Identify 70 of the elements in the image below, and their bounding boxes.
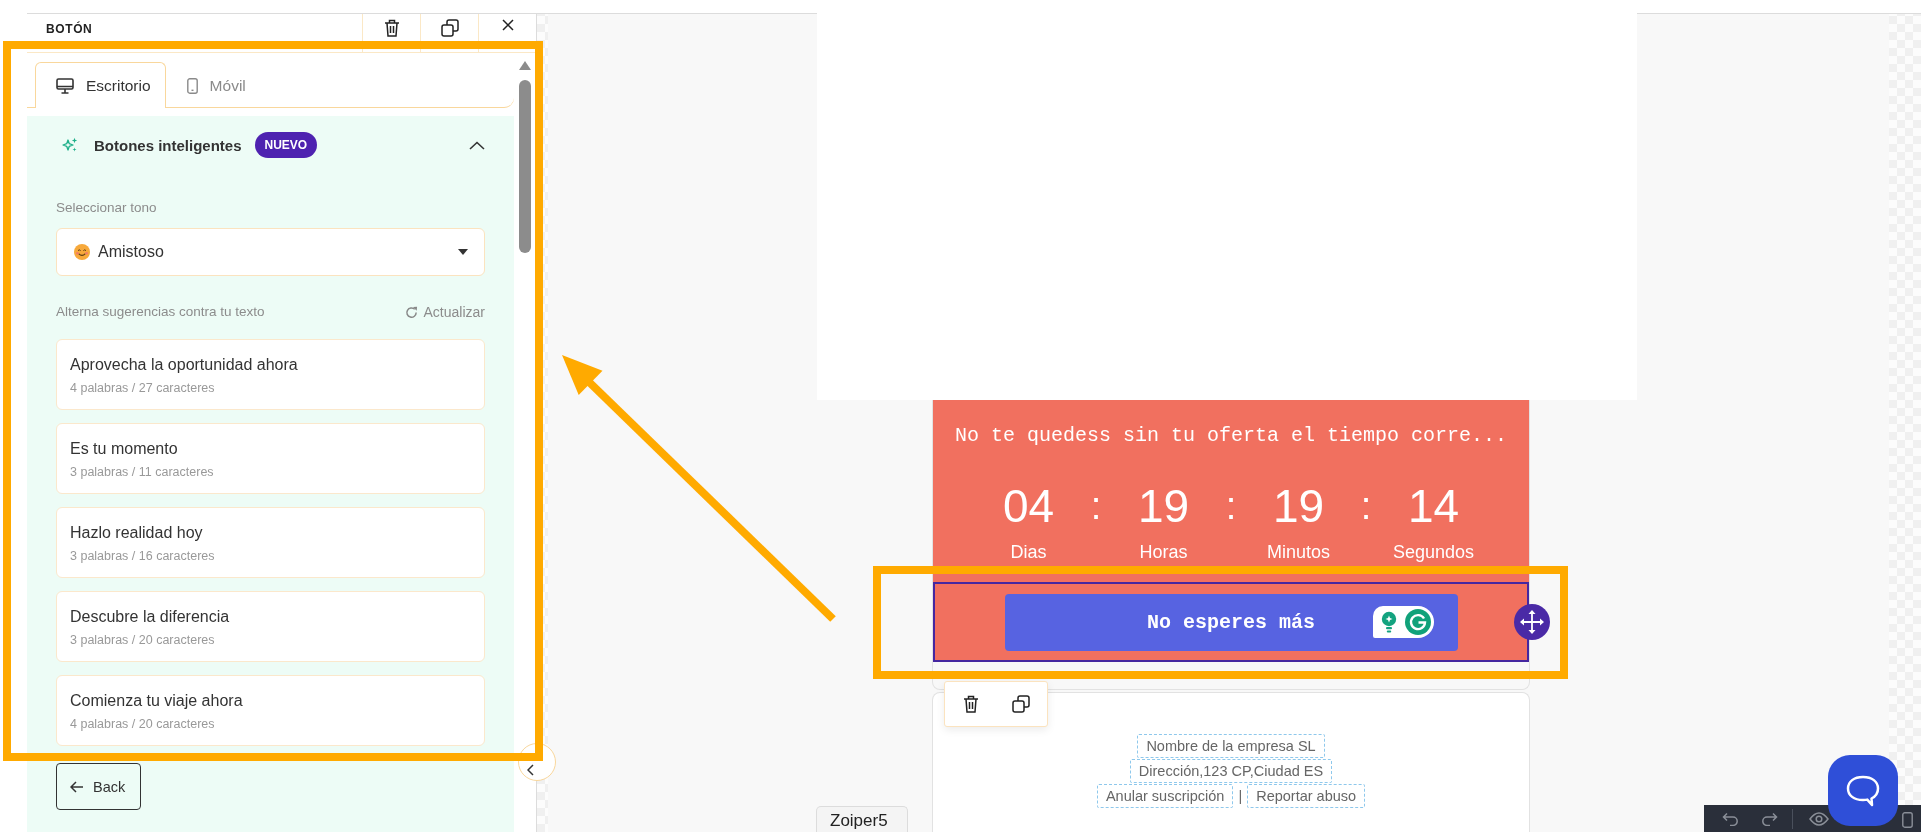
redo-icon[interactable]: [1760, 812, 1778, 826]
lightbulb-icon[interactable]: [1380, 610, 1397, 633]
refresh-icon: [404, 305, 418, 319]
link-separator: |: [1238, 787, 1243, 805]
suggestion-card[interactable]: Hazlo realidad hoy 3 palabras / 16 caracteres: [56, 507, 485, 578]
cta-button[interactable]: No esperes más: [1004, 593, 1458, 651]
back-button[interactable]: Back: [56, 763, 141, 810]
copy-icon[interactable]: [1012, 695, 1030, 713]
chevron-left-icon: [527, 764, 534, 776]
suggestion-card[interactable]: Es tu momento 3 palabras / 11 caracteres: [56, 423, 485, 494]
trash-icon[interactable]: [963, 695, 979, 713]
caret-icon: [458, 249, 468, 255]
arrow-left-icon: [70, 780, 84, 793]
suggestion-meta: 3 palabras / 11 caracteres: [70, 464, 214, 480]
countdown-separator: :: [1224, 484, 1238, 529]
close-icon[interactable]: [501, 19, 514, 31]
tab[interactable]: Escritorio: [35, 62, 166, 108]
chat-bubble-icon: [1846, 774, 1880, 807]
panel-title: BOTÓN: [46, 21, 93, 37]
footer-link[interactable]: Anular suscripción: [1096, 784, 1234, 808]
address-text: Dirección,123 CP,Ciudad ES: [1129, 759, 1333, 783]
undo-icon[interactable]: [1722, 812, 1740, 826]
trash-icon[interactable]: [383, 19, 400, 37]
suggestion-meta: 3 palabras / 16 caracteres: [70, 548, 215, 564]
suggestion-title: Descubre la diferencia: [70, 607, 230, 627]
phone-icon: [186, 77, 198, 94]
countdown-headline: No te quedess sin tu oferta el tiempo corre...: [954, 424, 1508, 448]
suggestion-card[interactable]: Aprovecha la oportunidad ahora 4 palabras / 27 caracteres: [56, 339, 485, 410]
copy-icon[interactable]: [440, 19, 459, 37]
countdown-number: 04: [1002, 480, 1055, 532]
field-label: Seleccionar tono: [56, 199, 157, 217]
suggestion-meta: 4 palabras / 20 caracteres: [70, 716, 215, 732]
chat-button[interactable]: [1828, 755, 1898, 826]
suggestion-card[interactable]: Comienza tu viaje ahora 4 palabras / 20 caracteres: [56, 675, 485, 746]
suggestion-card[interactable]: Descubre la diferencia 3 palabras / 20 caracteres: [56, 591, 485, 662]
suggestion-meta: 4 palabras / 27 caracteres: [70, 380, 215, 396]
countdown-label: Horas: [1139, 541, 1188, 563]
sparkle-icon: [62, 137, 78, 153]
scrollbar-thumb[interactable]: [519, 80, 531, 253]
suggestion-title: Aprovecha la oportunidad ahora: [70, 355, 298, 375]
tone-dropdown[interactable]: Amistoso: [56, 228, 485, 276]
new-badge: NUEVO: [254, 132, 318, 158]
button-block[interactable]: No esperes más: [933, 582, 1529, 662]
suggestion-title: Hazlo realidad hoy: [70, 523, 203, 543]
footer-link[interactable]: Reportar abuso: [1247, 784, 1366, 808]
suggestion-title: Comienza tu viaje ahora: [70, 691, 243, 711]
countdown-label: Segundos: [1392, 541, 1475, 563]
ring-icon[interactable]: [1404, 608, 1431, 635]
countdown-number: 14: [1407, 480, 1460, 532]
monitor-icon: [56, 77, 74, 94]
company-name: Nombre de la empresa SL: [1137, 734, 1325, 758]
app-tab[interactable]: Zoiper5: [816, 806, 908, 832]
tab[interactable]: Móvil: [165, 62, 261, 108]
suggestion-title: Es tu momento: [70, 439, 178, 459]
hint-text: Alterna sugerencias contra tu texto: [56, 303, 265, 321]
scroll-up-icon[interactable]: [519, 61, 531, 70]
eye-icon[interactable]: [1809, 812, 1829, 826]
countdown-number: 19: [1137, 480, 1190, 532]
countdown-number: 19: [1272, 480, 1325, 532]
suggestion-meta: 3 palabras / 20 caracteres: [70, 632, 215, 648]
countdown-label: Dias: [1010, 541, 1047, 563]
countdown-label: Minutos: [1267, 541, 1330, 563]
section-title: Botones inteligentes: [94, 136, 242, 154]
countdown-separator: :: [1359, 484, 1373, 529]
phone-icon[interactable]: [1902, 812, 1913, 828]
chevron-up-icon[interactable]: [469, 140, 485, 150]
countdown-separator: :: [1089, 484, 1103, 529]
smiley-icon: [74, 244, 90, 260]
extension-widget[interactable]: [1372, 605, 1434, 638]
move-icon[interactable]: [1514, 604, 1550, 640]
